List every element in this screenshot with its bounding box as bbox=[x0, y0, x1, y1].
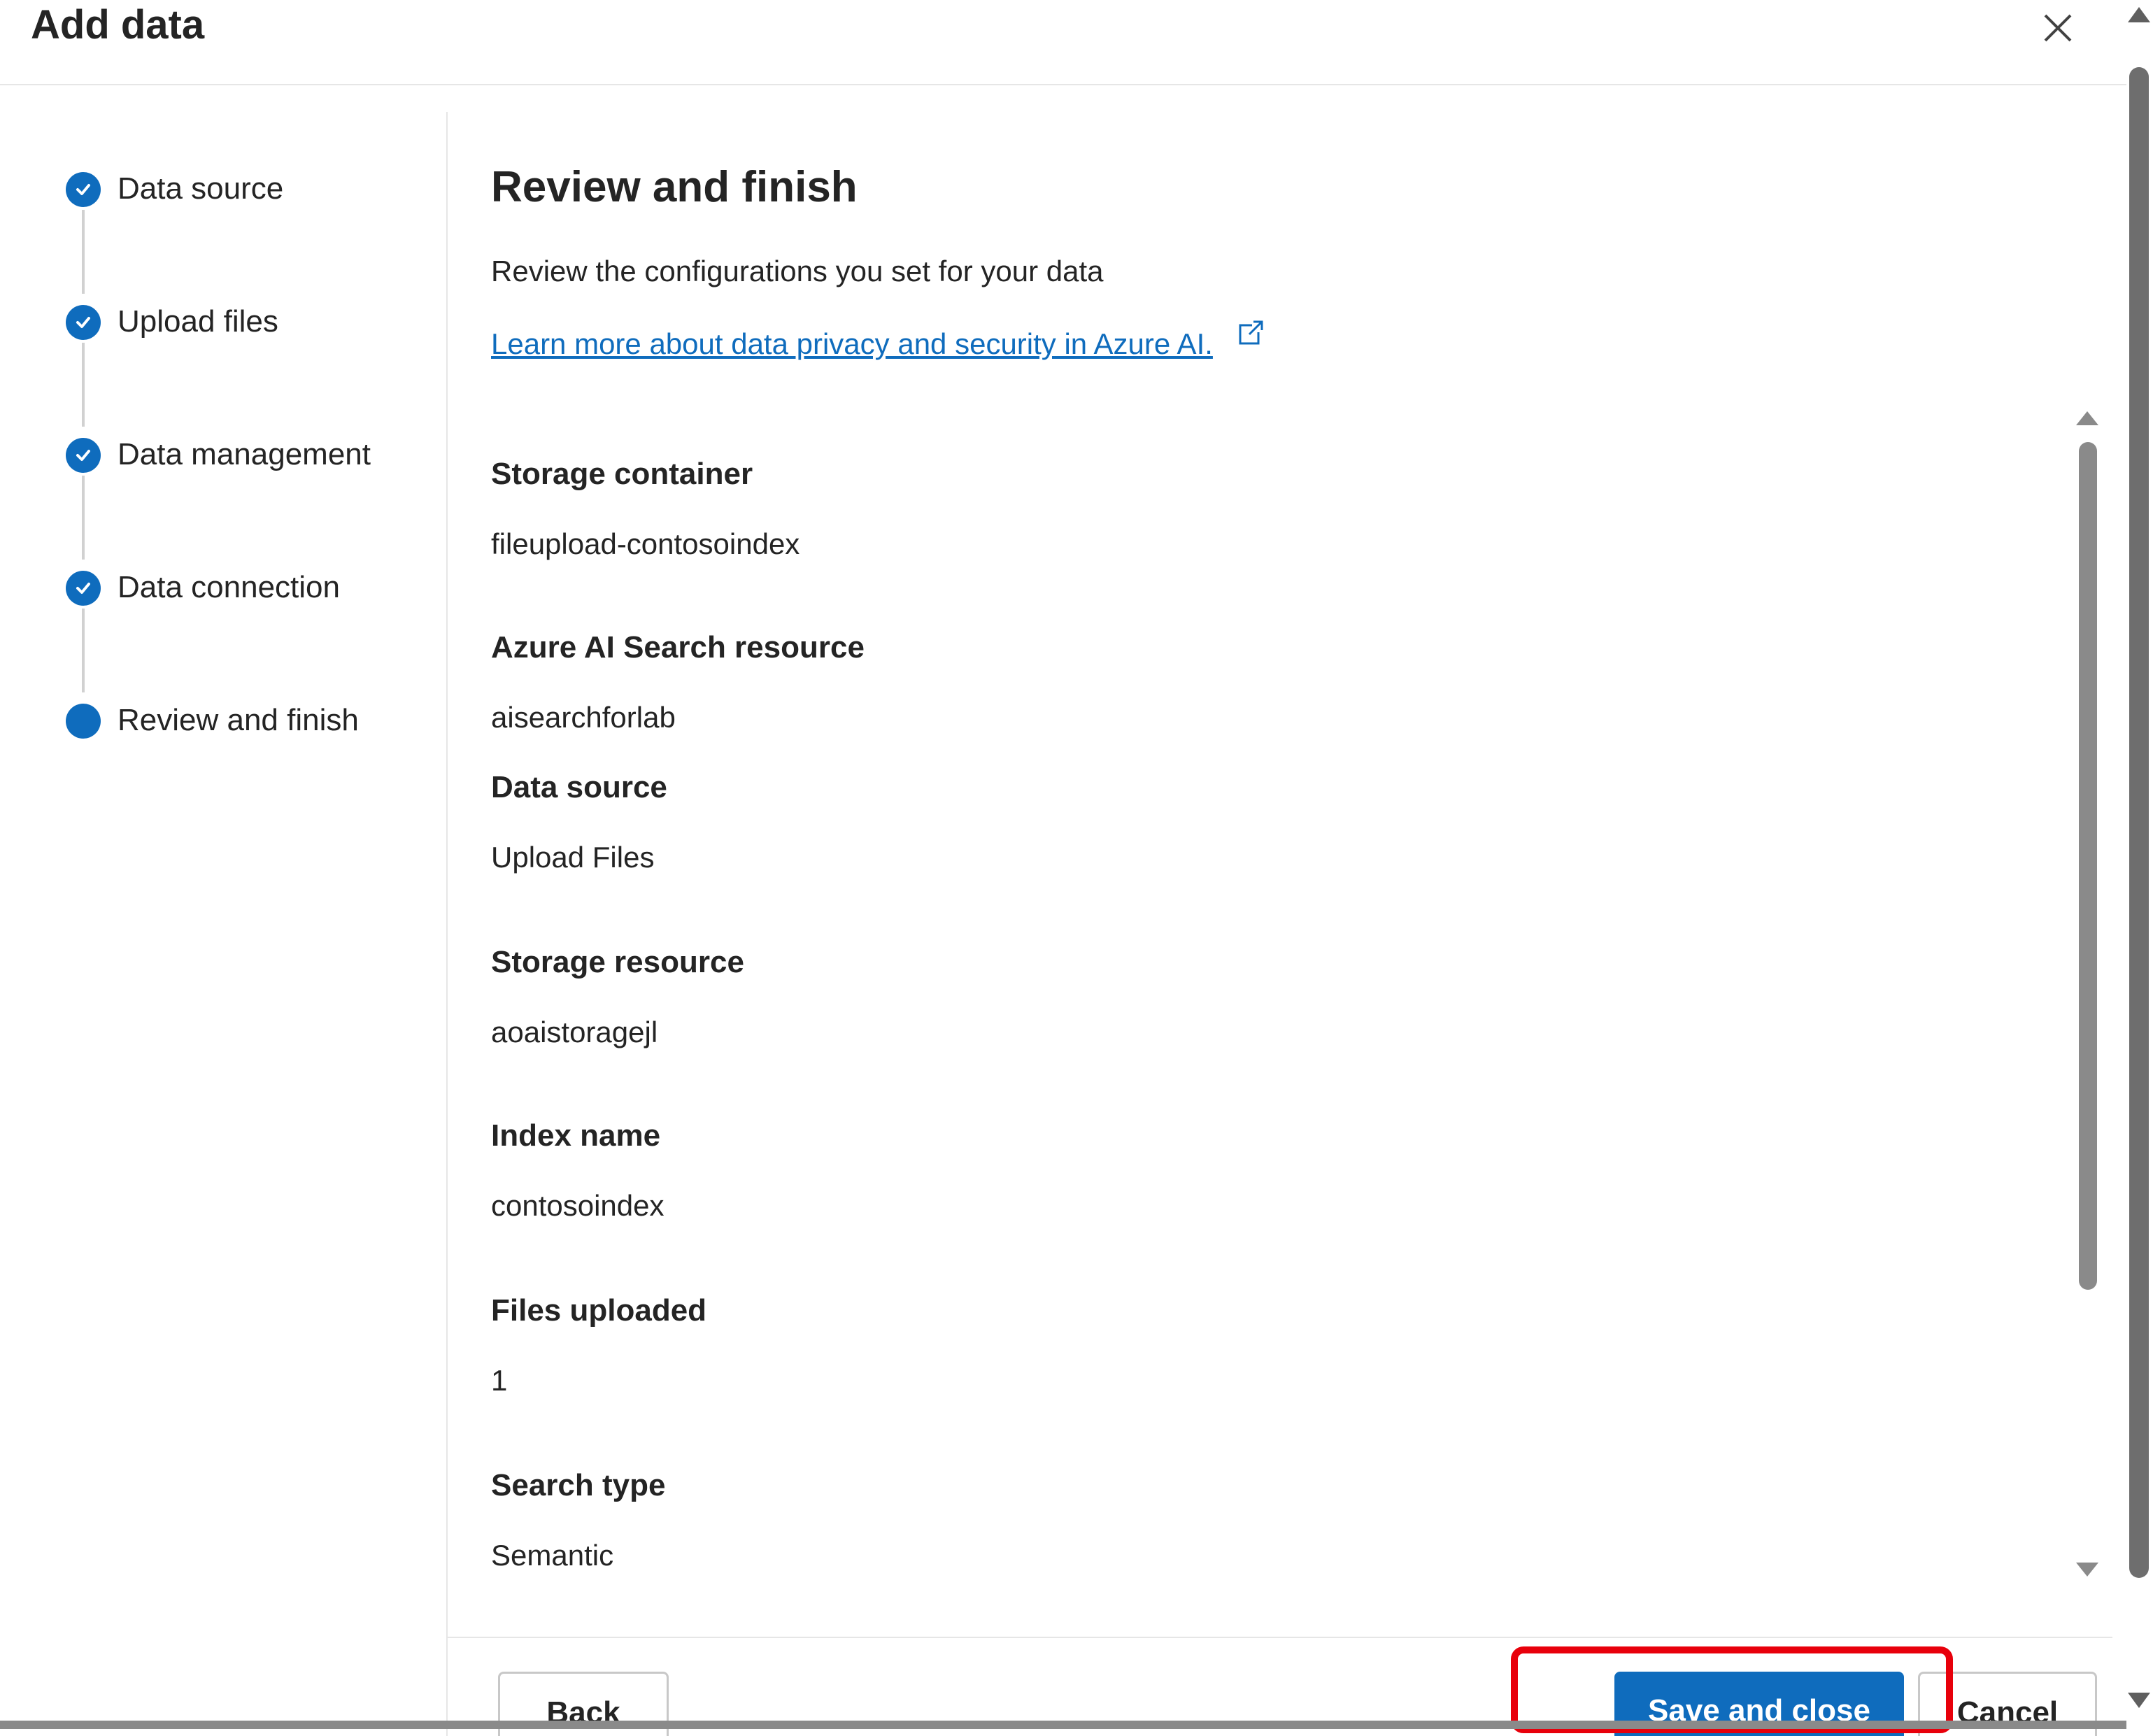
dialog-header: Add data bbox=[0, 0, 2126, 85]
dialog-title: Add data bbox=[31, 2, 205, 48]
check-icon bbox=[66, 438, 101, 473]
step-review-and-finish[interactable]: Review and finish bbox=[0, 690, 448, 746]
field-label-search-type: Search type bbox=[491, 1468, 666, 1502]
field-label-files-uploaded: Files uploaded bbox=[491, 1293, 707, 1328]
scroll-up-arrow-icon[interactable] bbox=[2076, 411, 2098, 425]
inner-scrollbar-thumb[interactable] bbox=[2079, 442, 2097, 1290]
field-value-storage-resource: aoaistoragejl bbox=[491, 1016, 658, 1048]
check-icon bbox=[66, 305, 101, 340]
close-icon bbox=[2044, 14, 2072, 42]
step-label: Review and finish bbox=[118, 703, 359, 737]
field-label-index-name: Index name bbox=[491, 1118, 661, 1153]
check-icon bbox=[66, 571, 101, 606]
step-label: Data connection bbox=[118, 570, 340, 604]
section-description: Review the configurations you set for yo… bbox=[491, 255, 1104, 287]
check-icon bbox=[66, 172, 101, 207]
field-value-search-resource: aisearchforlab bbox=[491, 701, 676, 734]
nav-divider bbox=[446, 112, 448, 1736]
field-value-data-source: Upload Files bbox=[491, 841, 655, 874]
field-value-storage-container: fileupload-contosoindex bbox=[491, 527, 800, 560]
learn-more-link[interactable]: Learn more about data privacy and securi… bbox=[491, 323, 1213, 365]
page-scrollbar-thumb[interactable] bbox=[2129, 67, 2149, 1578]
section-heading: Review and finish bbox=[491, 163, 858, 211]
external-link-icon[interactable] bbox=[1237, 319, 1265, 347]
step-label: Upload files bbox=[118, 304, 278, 339]
footer-divider bbox=[448, 1637, 2112, 1638]
step-data-source[interactable]: Data source bbox=[0, 158, 448, 214]
step-data-management[interactable]: Data management bbox=[0, 424, 448, 480]
step-label: Data management bbox=[118, 437, 371, 471]
page-scroll-up-arrow-icon[interactable] bbox=[2128, 7, 2150, 22]
window-bottom-edge bbox=[0, 1721, 2126, 1729]
field-value-search-type: Semantic bbox=[491, 1539, 614, 1572]
step-connector bbox=[82, 476, 85, 560]
step-connector bbox=[82, 343, 85, 427]
close-button[interactable] bbox=[2037, 7, 2079, 49]
step-connector bbox=[82, 210, 85, 294]
field-label-storage-resource: Storage resource bbox=[491, 945, 744, 979]
field-label-data-source: Data source bbox=[491, 770, 667, 804]
field-value-files-uploaded: 1 bbox=[491, 1364, 508, 1397]
field-label-search-resource: Azure AI Search resource bbox=[491, 630, 865, 664]
step-upload-files[interactable]: Upload files bbox=[0, 291, 448, 347]
field-value-index-name: contosoindex bbox=[491, 1189, 665, 1222]
page-scroll-down-arrow-icon[interactable] bbox=[2128, 1693, 2150, 1708]
current-step-dot bbox=[66, 704, 101, 739]
step-data-connection[interactable]: Data connection bbox=[0, 557, 448, 613]
scroll-down-arrow-icon[interactable] bbox=[2076, 1563, 2098, 1577]
step-connector bbox=[82, 609, 85, 692]
step-label: Data source bbox=[118, 171, 284, 206]
field-label-storage-container: Storage container bbox=[491, 457, 753, 491]
